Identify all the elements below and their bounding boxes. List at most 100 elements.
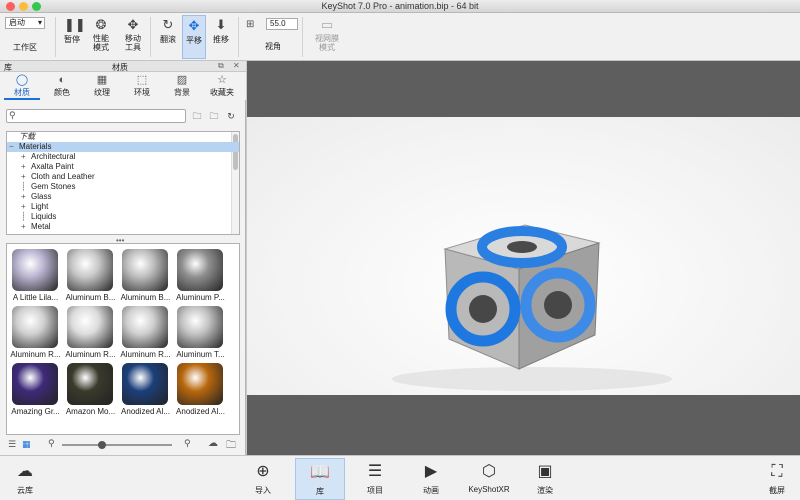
expand-toggle-icon[interactable]: ┊ (21, 182, 31, 192)
material-thumbnail[interactable]: Aluminum B... (118, 246, 173, 302)
library-button[interactable]: 📖 库 (295, 458, 345, 500)
tree-item[interactable]: + Axalta Paint (7, 162, 239, 172)
tumble-button[interactable]: ↻ 翻滚 (154, 15, 182, 59)
environment-icon: ⬚ (136, 74, 148, 86)
add-folder-icon[interactable]: 🗀 (190, 109, 204, 123)
texture-icon: ▦ (96, 74, 108, 86)
fov-icon: ⊞ (246, 19, 255, 30)
fov-label: 视角 (265, 42, 281, 51)
material-thumbnail-label: Aluminum R... (120, 350, 171, 359)
expand-toggle-icon[interactable]: + (21, 172, 31, 182)
performance-mode-button[interactable]: ❂ 性能 模式 (88, 15, 114, 59)
pause-button[interactable]: ❚❚ 暂停 (57, 15, 87, 59)
pause-icon: ❚❚ (64, 17, 86, 32)
move-icon: ✥ (127, 17, 139, 32)
download-folder-icon[interactable]: 🗀 (226, 438, 236, 455)
expand-toggle-icon[interactable]: + (21, 192, 31, 202)
tree-item[interactable]: ┊ Liquids (7, 212, 239, 222)
tab-environment[interactable]: ⬚ 环境 (124, 74, 160, 100)
fov-input[interactable]: 55.0 (266, 18, 298, 30)
material-thumbnail-label: Anodized Al... (121, 407, 170, 416)
workspace-label: 工作区 (13, 43, 37, 52)
tab-background[interactable]: ▨ 背景 (164, 74, 200, 100)
material-thumbnail[interactable]: Aluminum R... (8, 303, 63, 359)
tree-item[interactable]: + Glass (7, 192, 239, 202)
import-button[interactable]: ⊕ 导入 (240, 458, 286, 500)
cube-icon: ⬡ (482, 463, 496, 480)
tree-item[interactable]: + Light (7, 202, 239, 212)
expand-toggle-icon[interactable]: + (21, 222, 31, 232)
expand-toggle-icon[interactable]: + (21, 152, 31, 162)
dolly-button[interactable]: ⬇ 推移 (208, 15, 234, 59)
tree-item-label: Architectural (31, 152, 76, 161)
material-thumbnail-label: Amazon Mo... (65, 407, 116, 416)
tree-item[interactable]: + Metal (7, 222, 239, 232)
render-viewport[interactable] (247, 61, 800, 455)
upload-cloud-icon[interactable]: ☁ (208, 438, 218, 449)
list-view-icon[interactable]: ☰ (8, 439, 16, 450)
material-thumbnail-label: Aluminum R... (65, 350, 116, 359)
tree-item-label: Metal (31, 222, 51, 231)
keyshotxr-button[interactable]: ⬡ KeyShotXR (462, 458, 516, 500)
refresh-icon[interactable]: ↻ (224, 109, 238, 123)
screenshot-button[interactable]: ⛶ 截屏 (756, 458, 798, 500)
tab-color[interactable]: ◐ 颜色 (44, 74, 80, 100)
tree-item[interactable]: + Architectural (7, 152, 239, 162)
rotate-icon: ↻ (162, 17, 174, 32)
pan-label: 平移 (186, 36, 202, 45)
library-panel-header: 库 材质 ⧉ ✕ (0, 61, 246, 72)
tree-item[interactable]: − Materials (7, 142, 239, 152)
workspace-select[interactable]: 启动 ▾ (5, 17, 45, 29)
tree-item[interactable]: 下载 (7, 132, 239, 142)
material-thumbnail[interactable]: Aluminum B... (63, 246, 118, 302)
material-thumbnail[interactable]: A Little Lila... (8, 246, 63, 302)
search-input[interactable] (19, 111, 183, 121)
tab-texture[interactable]: ▦ 纹理 (84, 74, 120, 100)
thumbnail-size-slider[interactable] (62, 441, 172, 449)
tree-item[interactable]: ┊ Gem Stones (7, 182, 239, 192)
tab-label: 收藏夹 (210, 88, 234, 97)
animation-label: 动画 (423, 486, 439, 495)
tab-favorites[interactable]: ☆ 收藏夹 (204, 74, 240, 100)
play-icon: ▶ (424, 463, 438, 480)
material-thumbnail-label: Aluminum B... (65, 293, 116, 302)
material-thumbnail[interactable]: Aluminum R... (118, 303, 173, 359)
material-thumbnail[interactable]: Anodized Al... (118, 360, 173, 416)
expand-toggle-icon[interactable]: − (9, 142, 19, 152)
tree-item[interactable]: + Cloth and Leather (7, 172, 239, 182)
move-tool-button[interactable]: ✥ 移动 工具 (118, 15, 148, 59)
library-search-field[interactable]: ⚲ (6, 109, 186, 123)
material-thumbnail[interactable]: Aluminum P... (173, 246, 228, 302)
keyshotxr-label: KeyShotXR (468, 485, 510, 494)
cloud-icon: ☁ (17, 463, 33, 480)
undock-icon[interactable]: ⧉ (218, 61, 224, 71)
cloud-library-button[interactable]: ☁ 云库 (2, 458, 48, 500)
project-button[interactable]: ☰ 项目 (352, 458, 398, 500)
remove-folder-icon[interactable]: 🗀 (207, 109, 221, 123)
render-canvas[interactable] (247, 117, 800, 395)
viewnet-mode-button[interactable]: ▭ 视网膜 模式 (310, 15, 344, 59)
material-thumbnail[interactable]: Amazing Gr... (8, 360, 63, 416)
grid-view-icon[interactable]: ▦ (22, 439, 31, 450)
material-preview-sphere (12, 363, 58, 405)
expand-toggle-icon[interactable]: + (21, 162, 31, 172)
animation-button[interactable]: ▶ 动画 (408, 458, 454, 500)
render-button[interactable]: ▣ 渲染 (522, 458, 568, 500)
material-preview-sphere (122, 249, 168, 291)
material-preview-sphere (67, 306, 113, 348)
pan-button[interactable]: ✥ 平移 (182, 15, 206, 59)
material-thumbnail[interactable]: Aluminum T... (173, 303, 228, 359)
material-thumbnail-label: Aluminum R... (10, 350, 61, 359)
import-icon: ⊕ (256, 463, 270, 480)
expand-toggle-icon[interactable]: + (21, 202, 31, 212)
material-thumbnail[interactable]: Anodized Al... (173, 360, 228, 416)
expand-toggle-icon[interactable]: ┊ (21, 212, 31, 222)
render-icon: ▣ (537, 463, 553, 480)
tab-material[interactable]: ◯ 材质 (4, 74, 40, 100)
material-thumbnail[interactable]: Amazon Mo... (63, 360, 118, 416)
slider-handle[interactable] (98, 441, 106, 449)
material-preview-sphere (67, 249, 113, 291)
close-icon[interactable]: ✕ (233, 61, 240, 70)
tree-item-label: Cloth and Leather (31, 172, 95, 181)
material-thumbnail[interactable]: Aluminum R... (63, 303, 118, 359)
